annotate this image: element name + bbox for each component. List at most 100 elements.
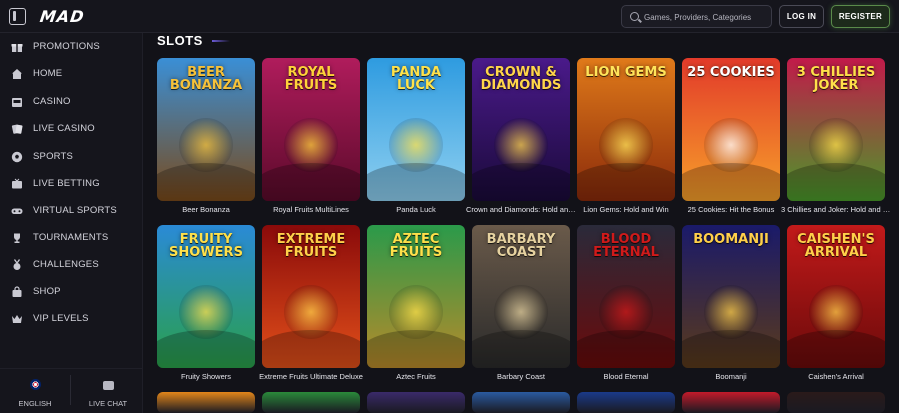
live-chat-label: LIVE CHAT [88,399,128,408]
game-title[interactable]: Extreme Fruits Ultimate Deluxe [256,372,366,381]
sidebar: PROMOTIONS HOME CASINO LIVE CASINO SPORT… [0,33,143,413]
game-tile[interactable] [682,392,780,413]
game-tile[interactable]: FRUITY SHOWERS [157,225,255,368]
sidebar-item-label: CASINO [33,96,71,107]
game-title[interactable]: Boomanji [676,372,786,381]
game-tile[interactable]: LION GEMS [577,58,675,201]
login-button[interactable]: LOG IN [779,5,824,28]
language-label: ENGLISH [18,399,52,408]
sidebar-item-live-betting[interactable]: LIVE BETTING [0,173,143,195]
game-title[interactable]: Crown and Diamonds: Hold and Win [466,205,576,214]
game-title[interactable]: Lion Gems: Hold and Win [571,205,681,214]
home-icon [11,68,23,80]
trophy-icon [11,232,23,244]
sidebar-toggle-icon[interactable] [9,8,26,25]
soccer-ball-icon [11,151,23,163]
game-art-glow [787,163,885,201]
sidebar-item-casino[interactable]: CASINO [0,91,143,113]
game-art-glow [367,163,465,201]
game-title[interactable]: Panda Luck [361,205,471,214]
sidebar-item-label: LIVE CASINO [33,123,95,134]
game-tile[interactable]: PANDA LUCK [367,58,465,201]
game-art-glow [472,163,570,201]
sidebar-item-label: HOME [33,68,63,79]
game-art-glow [682,163,780,201]
game-art-glow [367,330,465,368]
top-bar: MAD LOG IN REGISTER [0,0,899,33]
sidebar-item-label: SPORTS [33,151,74,162]
game-title[interactable]: Barbary Coast [466,372,576,381]
sidebar-item-challenges[interactable]: CHALLENGES [0,254,143,276]
cards-icon [11,123,23,135]
medal-icon [11,259,23,271]
game-art-glow [157,330,255,368]
game-tile[interactable]: EXTREME FRUITS [262,225,360,368]
game-logo-text: BLOOD ETERNAL [593,232,659,260]
search-input[interactable] [644,9,769,25]
slot-machine-icon [11,96,23,108]
game-logo-text: LION GEMS [585,65,667,80]
shopping-bag-icon [11,286,23,298]
sidebar-item-label: LIVE BETTING [33,178,100,189]
game-art-glow [682,330,780,368]
game-title[interactable]: Aztec Fruits [361,372,471,381]
search-box[interactable] [621,5,772,28]
sidebar-item-label: VIRTUAL SPORTS [33,205,117,216]
game-tile[interactable]: CAISHEN'S ARRIVAL [787,225,885,368]
game-tile[interactable]: 25 COOKIES [682,58,780,201]
sidebar-item-sports[interactable]: SPORTS [0,146,143,168]
sidebar-item-shop[interactable]: SHOP [0,281,143,303]
game-art-glow [262,163,360,201]
game-tile[interactable] [787,392,885,413]
crown-icon [11,313,23,325]
game-tile[interactable]: BARBARY COAST [472,225,570,368]
game-title[interactable]: Royal Fruits MultiLines [256,205,366,214]
game-tile[interactable]: ROYAL FRUITS [262,58,360,201]
section-title: SLOTS [157,33,203,48]
game-title[interactable]: 25 Cookies: Hit the Bonus [676,205,786,214]
game-art-glow [577,330,675,368]
live-chat-button[interactable]: LIVE CHAT [73,377,143,408]
game-tile[interactable]: 3 CHILLIES JOKER [787,58,885,201]
game-title[interactable]: Fruity Showers [151,372,261,381]
uk-flag-icon [29,379,41,390]
sidebar-item-vip-levels[interactable]: VIP LEVELS [0,308,143,330]
sidebar-item-promotions[interactable]: PROMOTIONS [0,36,143,58]
game-tile[interactable] [262,392,360,413]
game-tile[interactable] [577,392,675,413]
game-art-glow [157,163,255,201]
sidebar-item-live-casino[interactable]: LIVE CASINO [0,118,143,140]
game-tile[interactable] [157,392,255,413]
gamepad-icon [11,205,23,217]
game-title[interactable]: 3 Chillies and Joker: Hold and Win [781,205,891,214]
game-logo-text: CAISHEN'S ARRIVAL [797,232,875,260]
chat-bubble-icon [102,381,114,390]
sidebar-item-label: VIP LEVELS [33,313,89,324]
game-tile[interactable]: BEER BONANZA [157,58,255,201]
sidebar-item-virtual-sports[interactable]: VIRTUAL SPORTS [0,200,143,222]
game-title[interactable]: Beer Bonanza [151,205,261,214]
title-underline [212,40,230,42]
game-tile[interactable] [472,392,570,413]
game-tile[interactable]: AZTEC FRUITS [367,225,465,368]
game-logo-text: ROYAL FRUITS [284,65,338,93]
game-title[interactable]: Caishen's Arrival [781,372,891,381]
game-tile[interactable]: CROWN & DIAMONDS [472,58,570,201]
game-title[interactable]: Blood Eternal [571,372,681,381]
game-tile[interactable]: BLOOD ETERNAL [577,225,675,368]
site-logo[interactable]: MAD [39,7,86,26]
sidebar-item-tournaments[interactable]: TOURNAMENTS [0,227,143,249]
register-button[interactable]: REGISTER [831,5,890,28]
game-logo-text: EXTREME FRUITS [276,232,346,260]
game-art-glow [472,330,570,368]
language-selector[interactable]: ENGLISH [0,377,70,408]
sidebar-item-home[interactable]: HOME [0,63,143,85]
sidebar-item-label: SHOP [33,286,61,297]
game-logo-text: AZTEC FRUITS [389,232,443,260]
sidebar-item-label: CHALLENGES [33,259,99,270]
game-tile[interactable] [367,392,465,413]
game-tile[interactable]: BOOMANJI [682,225,780,368]
game-logo-text: BOOMANJI [693,232,769,247]
game-logo-text: PANDA LUCK [390,65,442,93]
sidebar-item-label: PROMOTIONS [33,41,100,52]
